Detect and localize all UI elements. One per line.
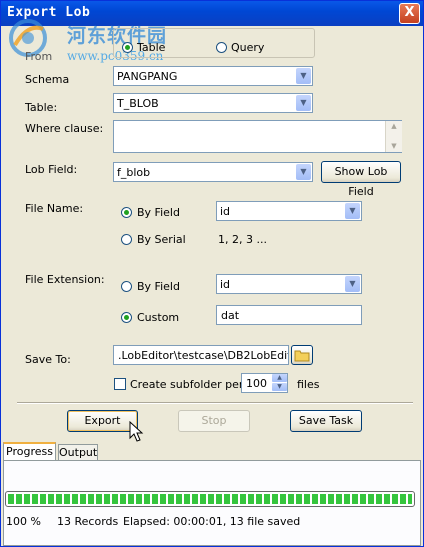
save-task-button[interactable]: Save Task — [290, 410, 362, 432]
where-label: Where clause: — [25, 122, 104, 135]
tab-progress[interactable]: Progress — [3, 442, 56, 461]
folder-icon — [294, 350, 310, 362]
title-bar[interactable]: Export Lob X — [1, 1, 423, 26]
files-per-folder-spinner[interactable]: ▲ ▼ — [272, 374, 287, 392]
file-name-by-field-label: By Field — [137, 206, 180, 219]
file-name-label: File Name: — [25, 202, 84, 215]
schema-label: Schema — [25, 73, 70, 86]
show-lob-field-button[interactable]: Show Lob Field — [321, 161, 401, 198]
export-lob-window: Export Lob X 河东软件园 www.pc0359.cn From Ta… — [0, 0, 424, 547]
spin-down-icon[interactable]: ▼ — [272, 383, 287, 391]
export-progress-bar — [5, 491, 415, 507]
file-ext-by-field-label: By Field — [137, 280, 180, 293]
file-name-by-serial-radio[interactable] — [121, 234, 132, 245]
records-count: 13 Records — [57, 515, 119, 528]
file-ext-by-field-radio[interactable] — [121, 281, 132, 292]
schema-value: PANGPANG — [117, 70, 178, 83]
chevron-down-icon[interactable]: ▼ — [296, 68, 311, 84]
mouse-cursor-icon — [129, 421, 144, 442]
file-name-field-value: id — [220, 205, 231, 218]
export-button[interactable]: Export — [67, 410, 138, 432]
chevron-down-icon[interactable]: ▼ — [345, 203, 360, 219]
create-subfolder-label: Create subfolder per — [130, 378, 244, 391]
elapsed-status: Elapsed: 00:00:01, 13 file saved — [123, 515, 301, 528]
where-scrollbar[interactable]: ▲ ▼ — [385, 121, 402, 152]
table-value: T_BLOB — [117, 97, 159, 110]
lob-field-value: f_blob — [117, 166, 151, 179]
progress-fill — [8, 494, 412, 504]
close-button[interactable]: X — [399, 3, 420, 24]
lob-field-label: Lob Field: — [25, 163, 78, 176]
window-title: Export Lob — [7, 5, 91, 20]
spin-up-icon[interactable]: ▲ — [272, 374, 287, 382]
chevron-down-icon[interactable]: ▼ — [296, 164, 311, 180]
create-subfolder-checkbox[interactable] — [114, 378, 126, 390]
file-ext-field-value: id — [220, 278, 231, 291]
from-table-label: Table — [137, 41, 166, 54]
chevron-down-icon[interactable]: ▼ — [296, 95, 311, 111]
file-ext-field-combo[interactable]: id ▼ — [216, 274, 362, 294]
file-name-by-field-radio[interactable] — [121, 207, 132, 218]
table-label: Table: — [25, 101, 58, 114]
file-name-by-serial-label: By Serial — [137, 233, 186, 246]
browse-folder-button[interactable] — [291, 345, 313, 365]
scroll-up-icon[interactable]: ▲ — [386, 121, 402, 131]
table-combo[interactable]: T_BLOB ▼ — [113, 93, 313, 113]
save-to-label: Save To: — [25, 353, 71, 366]
chevron-down-icon[interactable]: ▼ — [345, 276, 360, 292]
separator — [17, 402, 413, 404]
file-name-field-combo[interactable]: id ▼ — [216, 201, 362, 221]
lob-field-combo[interactable]: f_blob ▼ — [113, 162, 313, 182]
save-to-path-input[interactable]: .LobEditor\testcase\DB2LobEditor\f — [113, 345, 289, 365]
from-label: From — [25, 50, 53, 63]
progress-percent: 100 % — [6, 515, 41, 528]
file-ext-label: File Extension: — [25, 273, 105, 286]
where-clause-input[interactable] — [113, 120, 402, 153]
serial-example-text: 1, 2, 3 ... — [218, 233, 267, 246]
file-ext-custom-radio[interactable] — [121, 312, 132, 323]
schema-combo[interactable]: PANGPANG ▼ — [113, 66, 313, 86]
stop-button[interactable]: Stop — [178, 410, 250, 432]
from-query-label: Query — [231, 41, 265, 54]
file-ext-custom-input[interactable]: dat — [216, 305, 362, 325]
from-query-radio[interactable] — [216, 42, 227, 53]
scroll-down-icon[interactable]: ▼ — [386, 141, 402, 151]
files-suffix-label: files — [297, 378, 320, 391]
from-table-radio[interactable] — [122, 42, 133, 53]
file-ext-custom-label: Custom — [137, 311, 180, 324]
